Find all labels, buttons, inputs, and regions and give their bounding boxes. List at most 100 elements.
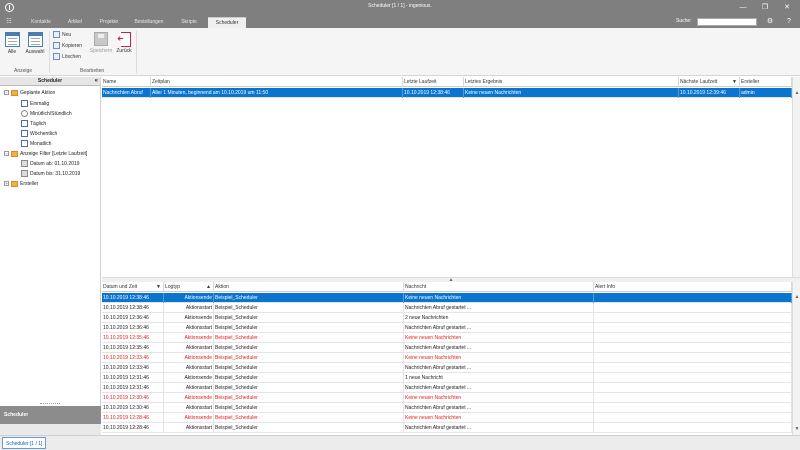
collapse-panel-icon[interactable]: « <box>95 77 98 86</box>
scheduler-nav-button[interactable]: Scheduler <box>0 406 101 424</box>
tree-monatlich[interactable]: Monatlich <box>21 139 51 149</box>
expand-toggle-icon[interactable]: + <box>4 181 9 187</box>
neu-button[interactable]: Neu <box>53 30 71 40</box>
tab-kontakte[interactable]: Kontakte <box>26 17 56 28</box>
loeschen-button[interactable]: Löschen <box>53 52 81 62</box>
table-row[interactable]: 10.10.2019 12:38:46 Aktionsstart Beispiel_… <box>102 303 792 313</box>
table-row[interactable]: 10.10.2019 12:31:46 Aktionsende Beispiel_S… <box>102 373 792 383</box>
col-naechste-laufzeit[interactable]: Nächste Laufzeit ▼ <box>679 77 740 87</box>
cell-nachricht: Nachrichten Abruf gestartet ... <box>404 323 594 333</box>
scroll-up-icon[interactable]: ▲ <box>793 293 800 301</box>
scheduler-grid-scrollbar[interactable]: ▲ <box>792 77 800 277</box>
cell-logtyp: Aktionsende <box>164 393 214 403</box>
zurueck-button[interactable]: Zurück <box>114 32 134 54</box>
scroll-up-icon[interactable]: ▲ <box>793 89 800 97</box>
cell-aktion: Beispiel_Scheduler <box>214 323 404 333</box>
col-zeitplan[interactable]: Zeitplan <box>151 77 403 87</box>
table-row[interactable]: 10.10.2019 12:30:46 Aktionsstart Beispiel_… <box>102 403 792 413</box>
tab-skripte[interactable]: Skripte <box>174 17 204 28</box>
panel-resize-grip[interactable] <box>40 403 60 405</box>
cell-nachricht: Nachrichten Abruf gestartet ... <box>404 423 594 433</box>
zurueck-label: Zurück <box>116 48 132 54</box>
col-letzte-laufzeit[interactable]: Letzte Laufzeit <box>403 77 464 87</box>
cell-alert-info <box>594 383 792 393</box>
col-aktion[interactable]: Aktion <box>214 282 404 292</box>
cell-aktion: Beispiel_Scheduler <box>214 423 404 433</box>
collapse-toggle-icon[interactable]: − <box>4 90 9 96</box>
left-panel-title: Scheduler <box>37 78 63 84</box>
collapse-toggle-icon[interactable]: − <box>4 151 9 157</box>
tree-datum-bis[interactable]: Datum bis: 31.10.2019 <box>21 169 80 179</box>
filter-icon <box>21 170 28 178</box>
cell-aktion: Beispiel_Scheduler <box>214 393 404 403</box>
col-name[interactable]: Name <box>102 77 151 87</box>
tree-einmalig[interactable]: Einmalig <box>21 99 49 109</box>
maximize-button[interactable]: ❐ <box>755 1 775 14</box>
cell-datum-und-zeit: 10.10.2019 12:33:46 <box>102 353 164 363</box>
tree-datum-ab[interactable]: Datum ab: 01.10.2019 <box>21 159 79 169</box>
cell-nachricht: Keine neuen Nachrichten <box>404 353 594 363</box>
table-row[interactable]: 10.10.2019 12:36:46 Aktionsende Beispiel_S… <box>102 313 792 323</box>
cell-alert-info <box>594 323 792 333</box>
table-row[interactable]: Nachrichten Abruf Aller 1 Minuten, begin… <box>102 88 792 98</box>
tree-taeglich[interactable]: Täglich <box>21 119 46 129</box>
tree-geplante-aktion[interactable]: − Geplante Aktion <box>4 88 55 98</box>
minimize-button[interactable]: — <box>733 1 753 14</box>
speichern-button[interactable]: Speichern <box>89 32 113 54</box>
tree-label: Geplante Aktion <box>20 90 56 96</box>
table-row[interactable]: 10.10.2019 12:28:46 Aktionsstart Beispiel_… <box>102 423 792 433</box>
tree-label: Datum ab: 01.10.2019 <box>30 161 80 167</box>
cell-datum-und-zeit: 10.10.2019 12:30:46 <box>102 393 164 403</box>
auswahl-button[interactable]: Auswahl <box>23 32 47 55</box>
tree-minuetlich[interactable]: Minütlich/Stündlich <box>21 109 72 119</box>
kopieren-button[interactable]: Kopieren <box>53 41 82 51</box>
col-letztes-ergebnis[interactable]: Letztes Ergebnis <box>464 77 679 87</box>
cell-alert-info <box>594 293 792 303</box>
table-row[interactable]: 10.10.2019 12:28:46 Aktionsende Beispiel_S… <box>102 413 792 423</box>
table-row[interactable]: 10.10.2019 12:33:46 Aktionsstart Beispiel_… <box>102 363 792 373</box>
settings-icon[interactable]: ⚙ <box>764 17 776 27</box>
tree-anzeige-filter[interactable]: − Anzeige Filter [Letzte Laufzeit] <box>4 149 87 159</box>
tab-projekte[interactable]: Projekte <box>94 17 124 28</box>
selection-view-icon <box>27 32 43 47</box>
cell-nachricht: Nachrichten Abruf gestartet ... <box>404 343 594 353</box>
app-menu-icon[interactable]: ☷ <box>0 17 18 28</box>
cell-letzte-laufzeit: 10.10.2019 12:38:46 <box>403 88 464 98</box>
col-ersteller[interactable]: Ersteller <box>740 77 792 87</box>
tree-woechentlich[interactable]: Wöchentlich <box>21 129 57 139</box>
cell-alert-info <box>594 343 792 353</box>
table-row[interactable]: 10.10.2019 12:36:46 Aktionsstart Beispiel_… <box>102 323 792 333</box>
new-icon <box>53 31 60 39</box>
open-document-tab[interactable]: Scheduler [1 / 1] <box>2 437 47 449</box>
cell-datum-und-zeit: 10.10.2019 12:38:46 <box>102 293 164 303</box>
cell-aktion: Beispiel_Scheduler <box>214 403 404 413</box>
table-row[interactable]: 10.10.2019 12:35:46 Aktionsstart Beispiel_… <box>102 343 792 353</box>
cell-logtyp: Aktionsstart <box>164 323 214 333</box>
cell-datum-und-zeit: 10.10.2019 12:28:46 <box>102 423 164 433</box>
tab-artikel[interactable]: Artikel <box>61 17 89 28</box>
help-icon[interactable]: ? <box>783 17 795 27</box>
col-alert-info[interactable]: Alert Info <box>594 282 792 292</box>
log-grid-scrollbar[interactable]: ▲ ▼ <box>792 282 800 435</box>
table-row[interactable]: 10.10.2019 12:33:46 Aktionsende Beispiel_S… <box>102 353 792 363</box>
table-row[interactable]: 10.10.2019 12:31:46 Aktionsstart Beispiel_… <box>102 383 792 393</box>
alle-label: Alle <box>7 49 17 55</box>
tab-bestellungen[interactable]: Bestellungen <box>129 17 169 28</box>
cell-letztes-ergebnis: Keine neuen Nachrichten <box>464 88 679 98</box>
delete-icon <box>53 53 60 61</box>
close-button[interactable]: ✕ <box>777 1 797 14</box>
tree-ersteller[interactable]: + Ersteller <box>4 179 38 189</box>
cell-logtyp: Aktionsende <box>164 353 214 363</box>
alle-button[interactable]: Alle <box>3 32 21 55</box>
col-logtyp[interactable]: Logtyp ▲ <box>164 282 214 292</box>
col-label: Nächste Laufzeit <box>680 79 718 85</box>
bearbeiten-group-label: Bearbeiten <box>80 68 105 74</box>
table-row[interactable]: 10.10.2019 12:38:46 Aktionsende Beispiel_S… <box>102 293 792 303</box>
table-row[interactable]: 10.10.2019 12:35:46 Aktionsende Beispiel_S… <box>102 333 792 343</box>
search-input[interactable] <box>697 18 757 26</box>
scroll-down-icon[interactable]: ▼ <box>793 425 800 433</box>
table-row[interactable]: 10.10.2019 12:30:46 Aktionsende Beispiel_S… <box>102 393 792 403</box>
col-nachricht[interactable]: Nachricht <box>404 282 594 292</box>
tab-scheduler[interactable]: Scheduler <box>208 17 246 28</box>
col-datum-und-zeit[interactable]: Datum und Zeit ▼ <box>102 282 164 292</box>
